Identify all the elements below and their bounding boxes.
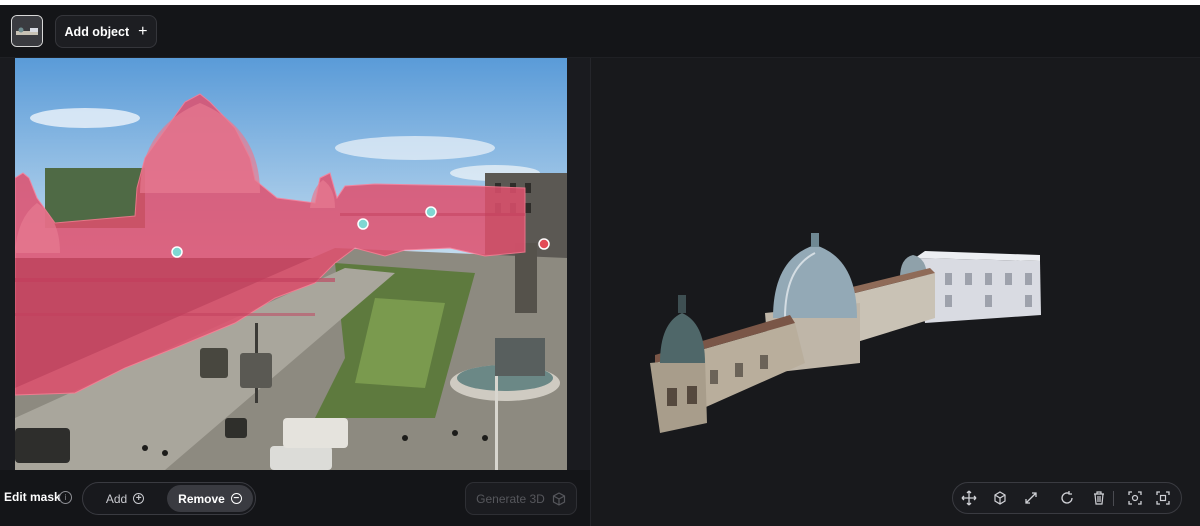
generated-3d-model[interactable] [645, 223, 1045, 438]
scale-icon[interactable] [1023, 490, 1039, 506]
frame-icon[interactable] [1155, 490, 1171, 506]
mask-point-add[interactable] [425, 206, 437, 218]
generate-3d-label: Generate 3D [476, 491, 545, 506]
mask-editor-pane: Edit mask i Add + Remove − Generate 3D [0, 58, 590, 526]
generate-3d-button[interactable]: Generate 3D [465, 482, 577, 515]
add-object-button[interactable]: Add object + [55, 15, 157, 48]
toolbar-separator [1113, 491, 1114, 506]
add-mode-button[interactable]: Add + [85, 485, 165, 512]
remove-mode-button[interactable]: Remove − [167, 485, 253, 512]
add-mode-label: Add [105, 491, 128, 506]
mask-point-remove[interactable] [538, 238, 550, 250]
focus-icon[interactable] [1127, 490, 1143, 506]
3d-viewer-toolbar [952, 482, 1182, 514]
top-toolbar: Add object + [0, 5, 1200, 58]
3d-viewer-pane[interactable] [591, 58, 1200, 526]
mask-controls: Edit mask i Add + Remove − Generate 3D [0, 470, 590, 526]
info-icon[interactable]: i [59, 491, 72, 504]
mask-mode-toggle: Add + Remove − [82, 482, 256, 515]
plus-circle-icon: + [133, 493, 145, 504]
edit-mask-label: Edit mask [4, 490, 61, 504]
reset-icon[interactable] [1059, 490, 1075, 506]
remove-mode-label: Remove [178, 491, 225, 506]
source-photo-canvas[interactable] [15, 58, 567, 470]
object-thumbnail[interactable] [11, 15, 43, 47]
minus-circle-icon: − [230, 493, 242, 504]
cube-icon [552, 491, 565, 506]
plus-icon: + [138, 22, 148, 40]
add-object-label: Add object [64, 24, 130, 39]
rotate-object-icon[interactable] [992, 490, 1008, 506]
move-icon[interactable] [961, 490, 977, 506]
building-thumbnail-icon [12, 16, 42, 46]
mask-point-add[interactable] [357, 218, 369, 230]
mask-point-add[interactable] [171, 246, 183, 258]
delete-icon[interactable] [1091, 490, 1107, 506]
